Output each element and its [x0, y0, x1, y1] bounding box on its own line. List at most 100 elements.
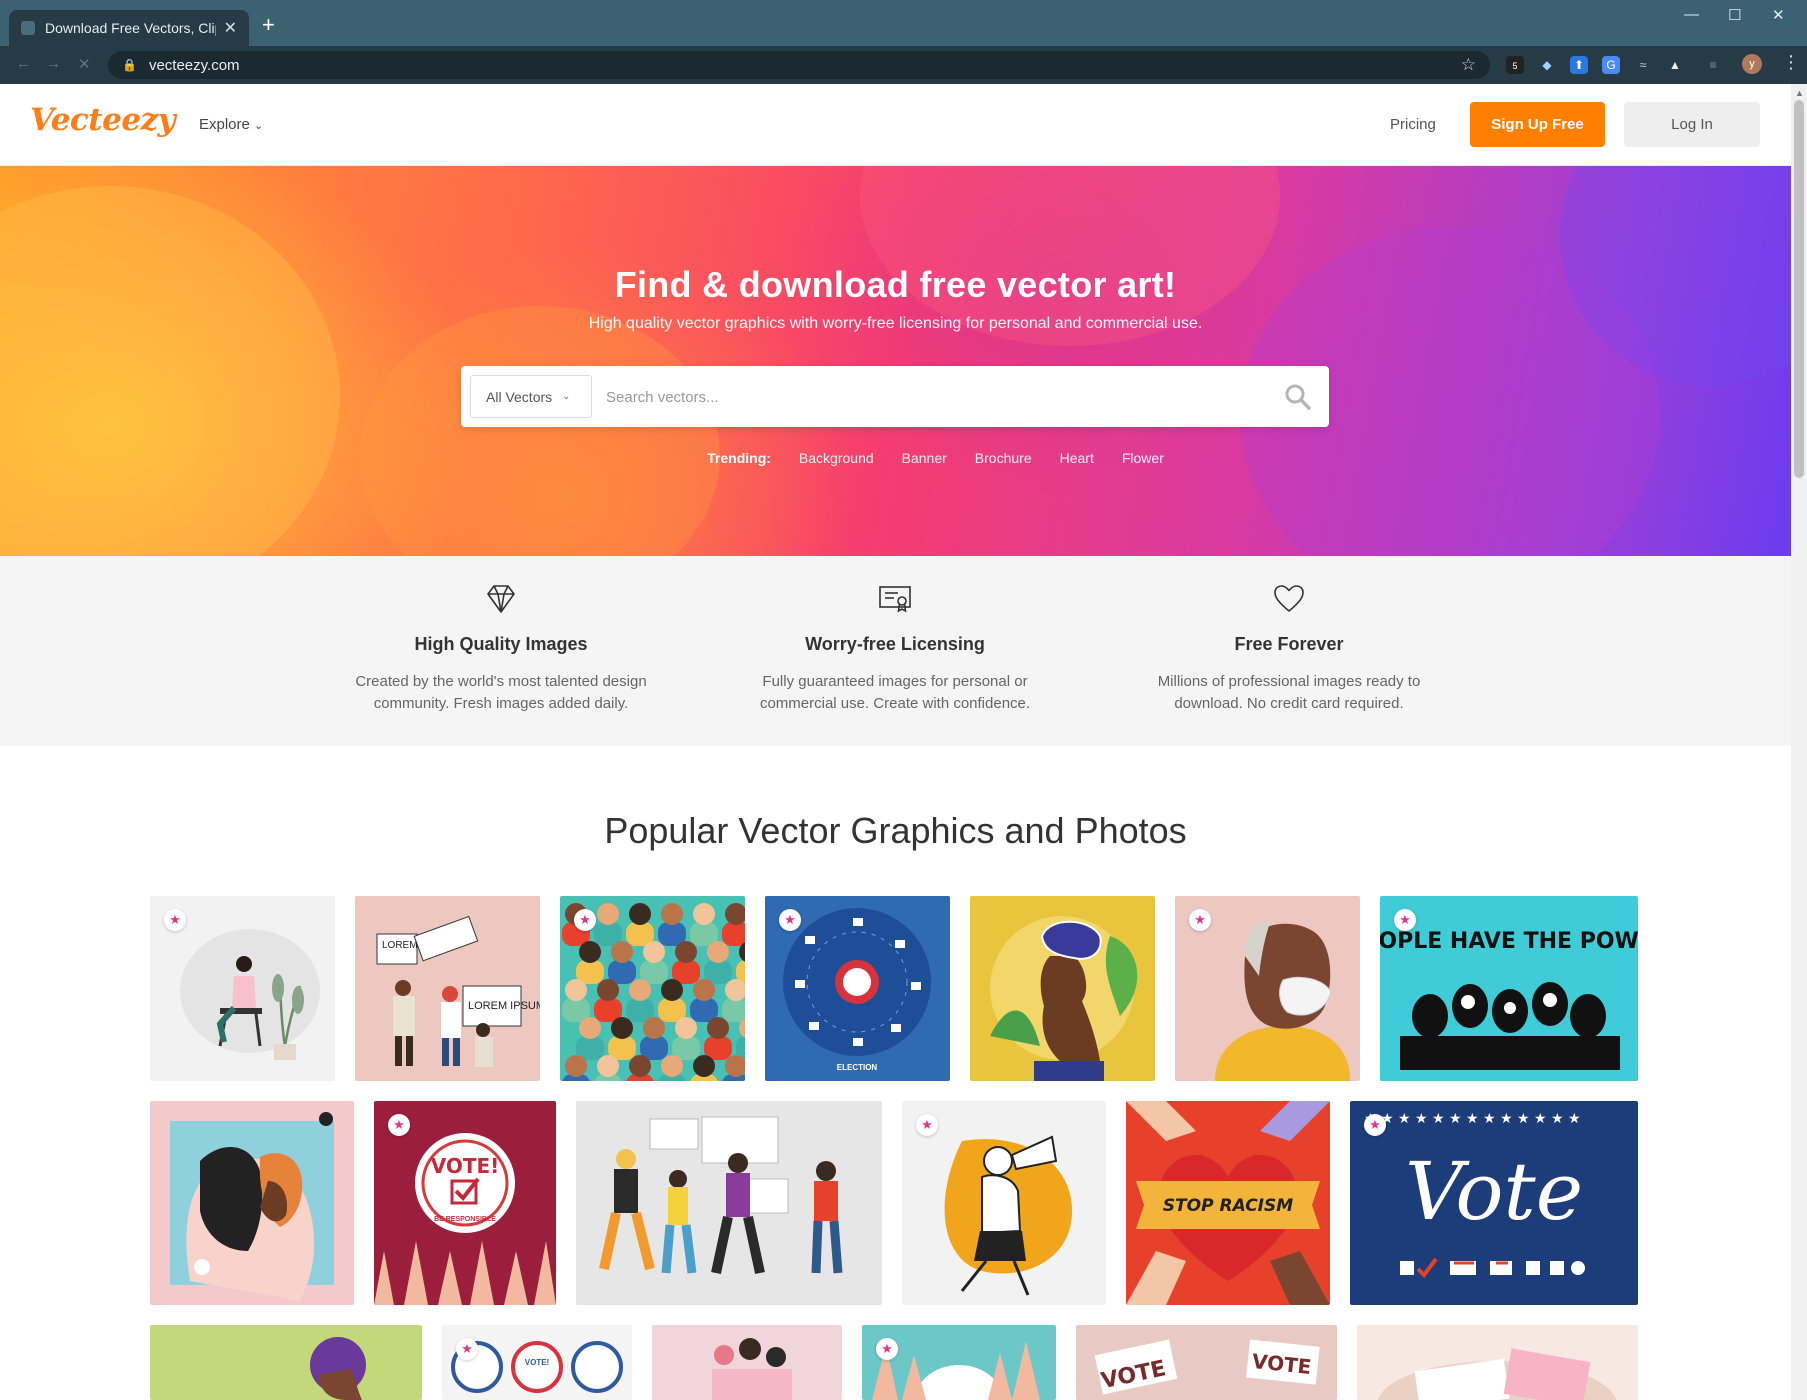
- category-label: All Vectors: [486, 388, 553, 405]
- gallery-tile[interactable]: PEOPLE HAVE THE POWER ★: [1380, 896, 1638, 1081]
- maximize-icon[interactable]: ☐: [1728, 6, 1741, 24]
- crowd-person-head: [565, 1055, 587, 1077]
- trending-tag[interactable]: Background: [799, 450, 874, 466]
- featured-star-icon: ★: [164, 909, 186, 931]
- crowd-person-head: [579, 941, 601, 963]
- crowd-person-head: [579, 1017, 601, 1039]
- category-select[interactable]: All Vectors ⌄: [470, 375, 592, 418]
- crowd-person-head: [661, 903, 683, 925]
- extension-icon[interactable]: ⬆: [1570, 56, 1588, 74]
- feature-text: Created by the world's most talented des…: [355, 673, 647, 712]
- sign-text: LOREM IPSUM: [468, 1000, 540, 1012]
- crowd-person-head: [707, 1017, 729, 1039]
- crowd-person-head: [693, 979, 715, 1001]
- gallery-tile[interactable]: STOP RACISM: [1126, 1101, 1330, 1305]
- extension-icon[interactable]: ▲: [1666, 56, 1684, 74]
- browser-tab[interactable]: Download Free Vectors, Clipar ✕: [9, 10, 249, 46]
- gallery-tile[interactable]: ★ ★ ★ ★ ★ ★ ★ ★ ★ ★ ★ ★ ★ Vote ★: [1350, 1101, 1638, 1305]
- feature-free-forever: Free Forever Millions of professional im…: [1109, 556, 1469, 715]
- crowd-person-head: [597, 979, 619, 1001]
- script-text: Vote: [1405, 1145, 1583, 1238]
- vecteezy-logo[interactable]: Vecteezy: [30, 102, 176, 138]
- feature-title: Free Forever: [1234, 634, 1344, 654]
- hero-banner: Find & download free vector art! High qu…: [0, 166, 1791, 556]
- scroll-up-icon[interactable]: ▲: [1795, 88, 1804, 98]
- gallery-tile[interactable]: VOTE! BE RESPONSIBLE ★: [374, 1101, 556, 1305]
- extension-icon[interactable]: ≡: [1704, 56, 1722, 74]
- gallery-tile[interactable]: [576, 1101, 882, 1305]
- illustration-protest-signs: LOREM IPSUM LOREM IPSUM: [376, 915, 540, 1067]
- gallery-tile[interactable]: ★: [1175, 896, 1360, 1081]
- crowd-person-head: [629, 979, 651, 1001]
- feature-licensing: Worry-free Licensing Fully guaranteed im…: [715, 556, 1075, 715]
- featured-star-icon: ★: [916, 1114, 938, 1136]
- crowd-person-head: [611, 1017, 633, 1039]
- illustration-vote-signs: VOTE VOTE: [1094, 1339, 1320, 1395]
- star-icon[interactable]: ☆: [1461, 55, 1476, 75]
- pricing-link[interactable]: Pricing: [1390, 116, 1436, 133]
- featured-star-icon: ★: [1189, 909, 1211, 931]
- gallery-tile[interactable]: [652, 1325, 842, 1400]
- crowd-person-head: [725, 1055, 745, 1077]
- extension-icon[interactable]: ≈: [1634, 56, 1652, 74]
- banner-text: STOP RACISM: [1163, 1196, 1293, 1216]
- search-icon[interactable]: [1283, 382, 1313, 412]
- crowd-person-body: [722, 998, 745, 1022]
- crowd-person-head: [661, 1055, 683, 1077]
- gallery-tile[interactable]: [1357, 1325, 1638, 1400]
- crowd-person-head: [629, 1055, 651, 1077]
- featured-star-icon: ★: [1394, 909, 1416, 931]
- tab-close-icon[interactable]: ✕: [224, 18, 237, 38]
- sign-up-button[interactable]: Sign Up Free: [1470, 102, 1605, 147]
- gallery-tile[interactable]: LOREM IPSUM LOREM IPSUM: [355, 896, 540, 1081]
- close-window-icon[interactable]: ✕: [1772, 6, 1785, 24]
- log-in-button[interactable]: Log In: [1624, 102, 1760, 147]
- crowd-person-head: [597, 903, 619, 925]
- trending-tag[interactable]: Brochure: [975, 450, 1032, 466]
- address-bar[interactable]: 🔒 vecteezy.com ☆: [108, 51, 1490, 79]
- feature-title: Worry-free Licensing: [805, 634, 985, 654]
- crowd-person-head: [675, 941, 697, 963]
- reload-icon[interactable]: ✕: [78, 55, 91, 73]
- feature-title: High Quality Images: [414, 634, 588, 654]
- illustration-women-faces: [170, 1112, 334, 1301]
- gallery-tile[interactable]: [970, 896, 1155, 1081]
- diamond-extension-icon[interactable]: ◆: [1538, 56, 1556, 74]
- scrollbar-thumb[interactable]: [1794, 100, 1804, 478]
- crowd-person-head: [707, 941, 729, 963]
- crowd-person-head: [611, 941, 633, 963]
- crowd-person-head: [675, 1017, 697, 1039]
- search-input[interactable]: [606, 381, 1246, 413]
- gallery-tile[interactable]: [150, 1101, 354, 1305]
- gallery-tile[interactable]: [150, 1325, 422, 1400]
- new-tab-button[interactable]: +: [262, 14, 275, 36]
- trending-tag[interactable]: Heart: [1060, 450, 1094, 466]
- trending-tag[interactable]: Banner: [902, 450, 947, 466]
- back-icon[interactable]: ←: [16, 55, 31, 72]
- minimize-icon[interactable]: —: [1684, 6, 1699, 23]
- explore-label: Explore: [199, 116, 250, 133]
- diamond-icon: [487, 585, 515, 613]
- hero-subtitle: High quality vector graphics with worry-…: [588, 315, 1203, 332]
- button-text: VOTE!: [525, 1358, 549, 1367]
- forward-icon[interactable]: →: [46, 55, 61, 72]
- gallery-tile[interactable]: VOTE VOTE: [1076, 1325, 1337, 1400]
- profile-avatar[interactable]: y: [1742, 54, 1762, 74]
- featured-star-icon: ★: [779, 909, 801, 931]
- explore-menu[interactable]: Explore ⌄: [199, 116, 263, 133]
- gallery-tile[interactable]: ★: [862, 1325, 1056, 1400]
- trending-tag[interactable]: Flower: [1122, 450, 1164, 466]
- gallery-tile[interactable]: ELECTION ★: [765, 896, 950, 1081]
- gallery-tile[interactable]: ★: [560, 896, 745, 1081]
- crowd-person-head: [643, 941, 665, 963]
- translate-icon[interactable]: G: [1602, 56, 1620, 74]
- menu-icon[interactable]: ⋮: [1782, 52, 1800, 73]
- gallery-tile[interactable]: ★: [902, 1101, 1106, 1305]
- extension-badge: 5: [1512, 61, 1518, 71]
- illustration-vote-lettering: ★ ★ ★ ★ ★ ★ ★ ★ ★ ★ ★ ★ ★ Vote: [1364, 1111, 1585, 1279]
- crowd-person-body: [722, 922, 745, 946]
- gallery-tile[interactable]: VOTE! ★: [442, 1325, 632, 1400]
- extension-icon[interactable]: 5: [1506, 56, 1524, 74]
- featured-star-icon: ★: [574, 909, 596, 931]
- gallery-tile[interactable]: ★: [150, 896, 335, 1081]
